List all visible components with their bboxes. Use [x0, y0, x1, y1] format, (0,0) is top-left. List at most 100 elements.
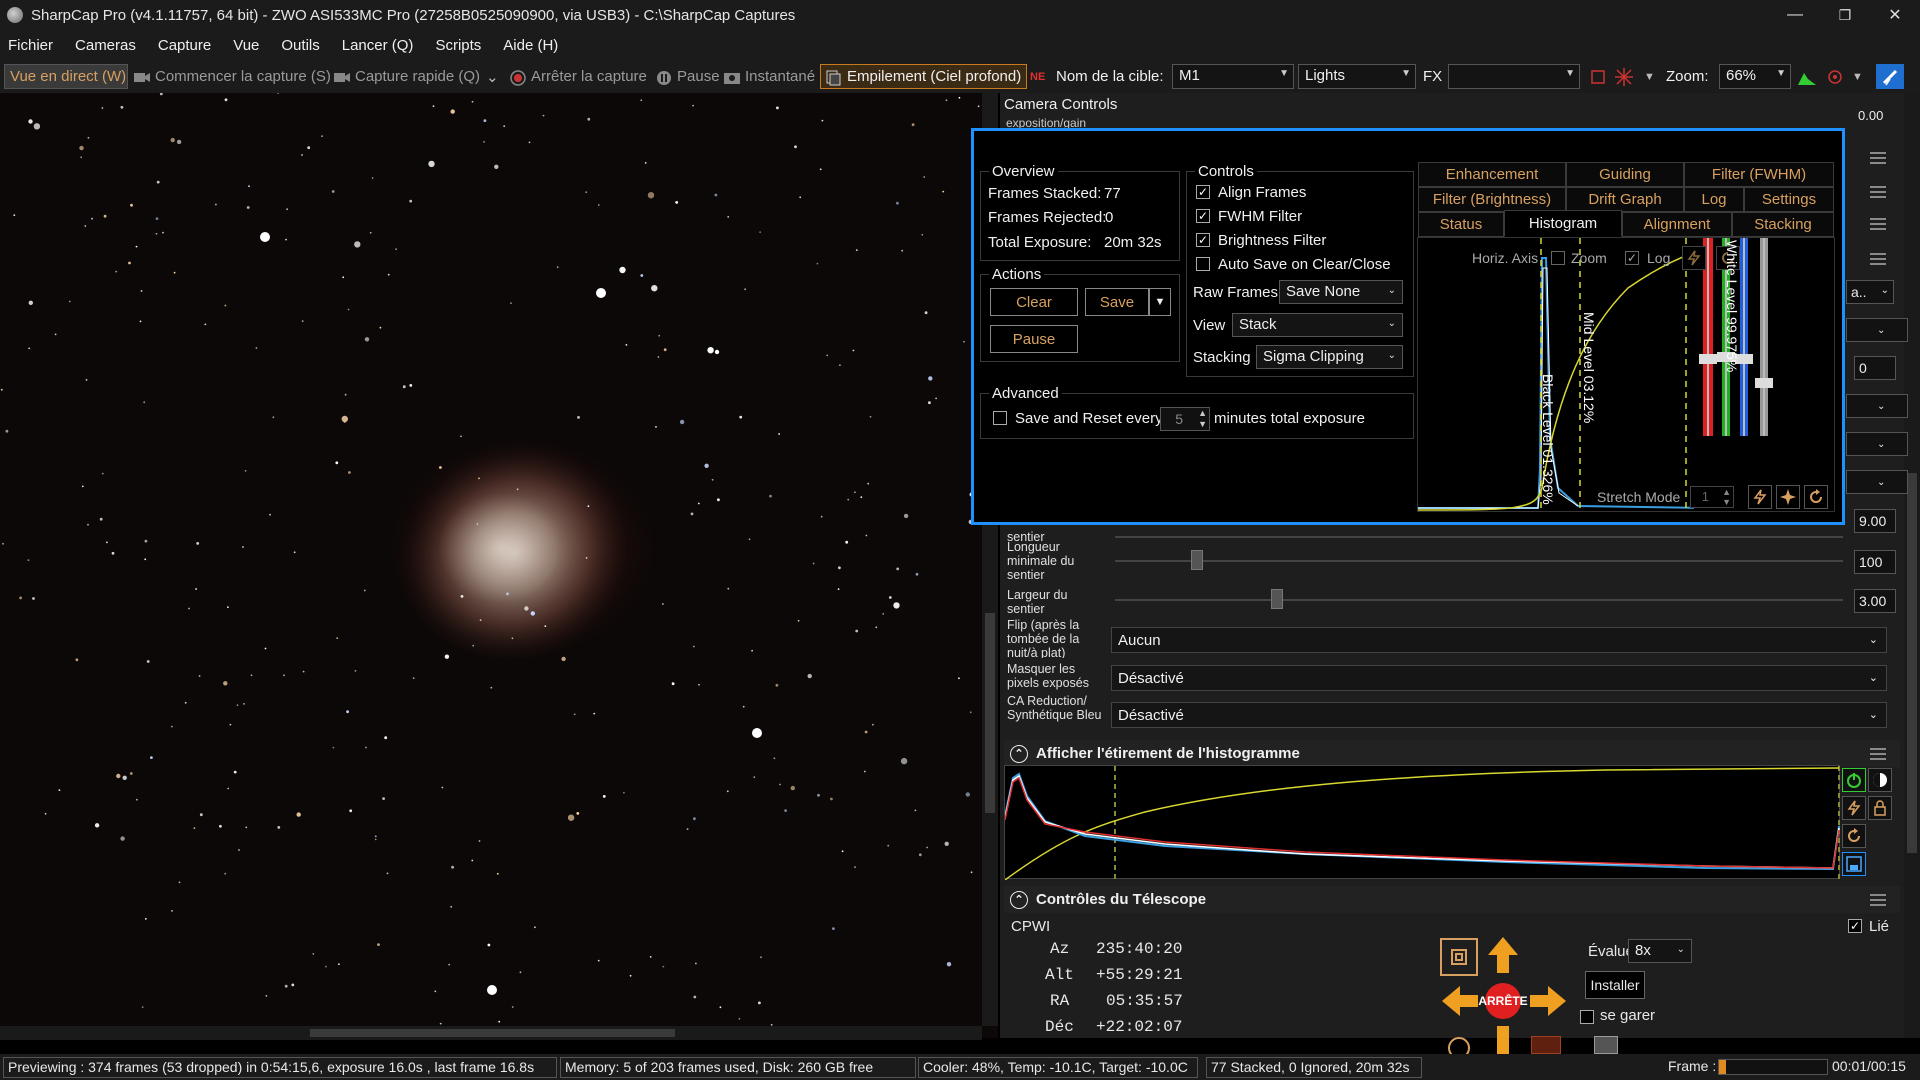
ca-combo[interactable]: Désactivé ⌄ [1111, 702, 1887, 728]
menu-icon[interactable] [1870, 894, 1886, 906]
menu-aide[interactable]: Aide (H) [503, 37, 558, 54]
side-combo-a[interactable]: a.. ⌄ [1846, 280, 1894, 304]
path-value[interactable]: 9.00 [1854, 509, 1896, 533]
stop-button[interactable]: ARRÊTE [1478, 982, 1528, 1020]
crosshair-button[interactable] [1614, 64, 1634, 89]
mask-combo[interactable]: Désactivé ⌄ [1111, 665, 1887, 691]
fwhm-filter-checkbox[interactable]: ✓ [1196, 209, 1210, 223]
tab-settings[interactable]: Settings [1744, 187, 1834, 212]
spinner-arrows-icon[interactable]: ▲ ▼ [1198, 408, 1207, 430]
start-capture-button[interactable]: Commencer la capture (S) [134, 64, 331, 89]
histogram-mini-button[interactable] [1798, 64, 1816, 89]
save-reset-spinner[interactable]: 5 ▲ ▼ [1160, 407, 1210, 431]
tab-histogram[interactable]: Histogram [1504, 210, 1622, 237]
flip-combo[interactable]: Aucun ⌄ [1111, 627, 1887, 653]
minimize-button[interactable]: — [1772, 0, 1818, 30]
tab-status[interactable]: Status [1418, 212, 1504, 237]
target-name-combo[interactable]: M1 ▼ [1172, 64, 1294, 89]
stretch-panel-header[interactable]: ⌃ Afficher l'étirement de l'histogramme [1004, 740, 1900, 767]
scrollbar-thumb[interactable] [310, 1029, 675, 1037]
spinner-arrows-icon[interactable]: ▲ ▼ [1722, 487, 1731, 507]
reticle-button[interactable] [1590, 64, 1606, 89]
snapshot-button[interactable]: Instantané [724, 64, 815, 89]
save-reset-checkbox[interactable] [993, 411, 1007, 425]
pause-stack-button[interactable]: Pause [990, 325, 1078, 353]
menu-icon[interactable] [1870, 218, 1886, 230]
lightning-icon[interactable] [1682, 246, 1706, 270]
side-combo-b[interactable]: ⌄ [1846, 318, 1908, 342]
stop-capture-button[interactable]: Arrêter la capture [510, 64, 647, 89]
raw-frames-combo[interactable]: Save None ⌄ [1279, 280, 1403, 304]
collapse-icon[interactable]: ⌃ [1010, 744, 1028, 763]
tab-alignment[interactable]: Alignment [1622, 212, 1732, 237]
close-button[interactable]: ✕ [1872, 0, 1918, 30]
width-slider[interactable] [1115, 599, 1843, 601]
min-length-value[interactable]: 100 [1854, 550, 1896, 574]
stretch-mode-spinner[interactable]: 1 ▲ ▼ [1690, 486, 1734, 508]
west-arrow-icon[interactable] [1440, 982, 1478, 1020]
save-icon[interactable] [1842, 852, 1866, 876]
tab-filter-brightness[interactable]: Filter (Brightness) [1418, 187, 1566, 212]
scrollbar-thumb[interactable] [1907, 473, 1917, 853]
auto-save-checkbox[interactable] [1196, 257, 1210, 271]
min-length-slider-thumb[interactable] [1191, 550, 1203, 570]
menu-outils[interactable]: Outils [281, 37, 319, 54]
fx-combo[interactable]: ▼ [1448, 64, 1580, 89]
quick-capture-dropdown-icon[interactable]: ⌄ [486, 64, 499, 89]
tab-drift-graph[interactable]: Drift Graph [1566, 187, 1684, 212]
menu-scripts[interactable]: Scripts [435, 37, 481, 54]
live-view-button[interactable]: Vue en direct (W) [4, 64, 128, 89]
install-button[interactable]: Installer [1585, 971, 1645, 999]
live-stack-button[interactable]: Empilement (Ciel profond) [820, 64, 1028, 89]
zoom-checkbox[interactable] [1551, 251, 1565, 265]
tab-stacking[interactable]: Stacking [1732, 212, 1834, 237]
menu-icon[interactable] [1870, 152, 1886, 164]
menu-lancer[interactable]: Lancer (Q) [342, 37, 414, 54]
zoom-combo[interactable]: 66% ▼ [1719, 64, 1791, 89]
menu-icon[interactable] [1870, 748, 1886, 760]
stack-histogram[interactable] [1417, 237, 1835, 512]
menu-icon[interactable] [1870, 186, 1886, 198]
telescope-settings-button[interactable] [1594, 1036, 1618, 1054]
power-icon[interactable] [1842, 768, 1866, 792]
pause-button[interactable]: Pause [656, 64, 720, 89]
collapse-icon[interactable]: ⌃ [1010, 890, 1028, 909]
image-horizontal-scrollbar[interactable] [0, 1026, 982, 1040]
south-arrow-icon[interactable] [1484, 1026, 1522, 1054]
tab-enhancement[interactable]: Enhancement [1418, 162, 1566, 187]
goto-home-icon[interactable] [1440, 938, 1478, 976]
lightning-icon[interactable] [1748, 485, 1772, 509]
log-checkbox[interactable]: ✓ [1625, 251, 1639, 265]
lightning-icon[interactable] [1842, 796, 1866, 820]
clear-button[interactable]: Clear [990, 288, 1078, 316]
stretch-histogram-graph[interactable] [1004, 765, 1840, 881]
save-dropdown-icon[interactable]: ▼ [1149, 288, 1171, 316]
maximize-button[interactable]: ❐ [1822, 0, 1868, 30]
menu-icon[interactable] [1870, 253, 1886, 265]
tracking-icon[interactable] [1440, 1028, 1478, 1054]
east-arrow-icon[interactable] [1528, 982, 1566, 1020]
control-panel-scrollbar[interactable] [1904, 93, 1920, 1038]
width-value[interactable]: 3.00 [1854, 589, 1896, 613]
menu-cameras[interactable]: Cameras [75, 37, 136, 54]
lock-icon[interactable] [1868, 796, 1892, 820]
scrollbar-thumb[interactable] [985, 613, 995, 813]
sparkle-icon[interactable] [1776, 485, 1800, 509]
reset-icon[interactable] [1842, 824, 1866, 848]
path-slider[interactable] [1115, 536, 1843, 538]
telescope-panel-header[interactable]: ⌃ Contrôles du Télescope [1004, 886, 1900, 913]
align-frames-checkbox[interactable]: ✓ [1196, 185, 1210, 199]
focus-dropdown-icon[interactable]: ▼ [1852, 64, 1863, 89]
menu-fichier[interactable]: Fichier [8, 37, 53, 54]
quick-capture-button[interactable]: Capture rapide (Q) [334, 64, 480, 89]
telescope-button[interactable] [1876, 64, 1904, 89]
side-value-0[interactable]: 0 [1854, 356, 1896, 380]
side-combo-d[interactable]: ⌄ [1846, 432, 1908, 456]
tab-guiding[interactable]: Guiding [1566, 162, 1684, 187]
side-combo-e[interactable]: ⌄ [1846, 470, 1908, 494]
stacking-combo[interactable]: Sigma Clipping ⌄ [1256, 345, 1403, 369]
side-combo-c[interactable]: ⌄ [1846, 394, 1908, 418]
linked-checkbox[interactable]: ✓ [1848, 919, 1862, 933]
width-slider-thumb[interactable] [1271, 589, 1283, 609]
focus-assist-button[interactable] [1826, 64, 1844, 89]
